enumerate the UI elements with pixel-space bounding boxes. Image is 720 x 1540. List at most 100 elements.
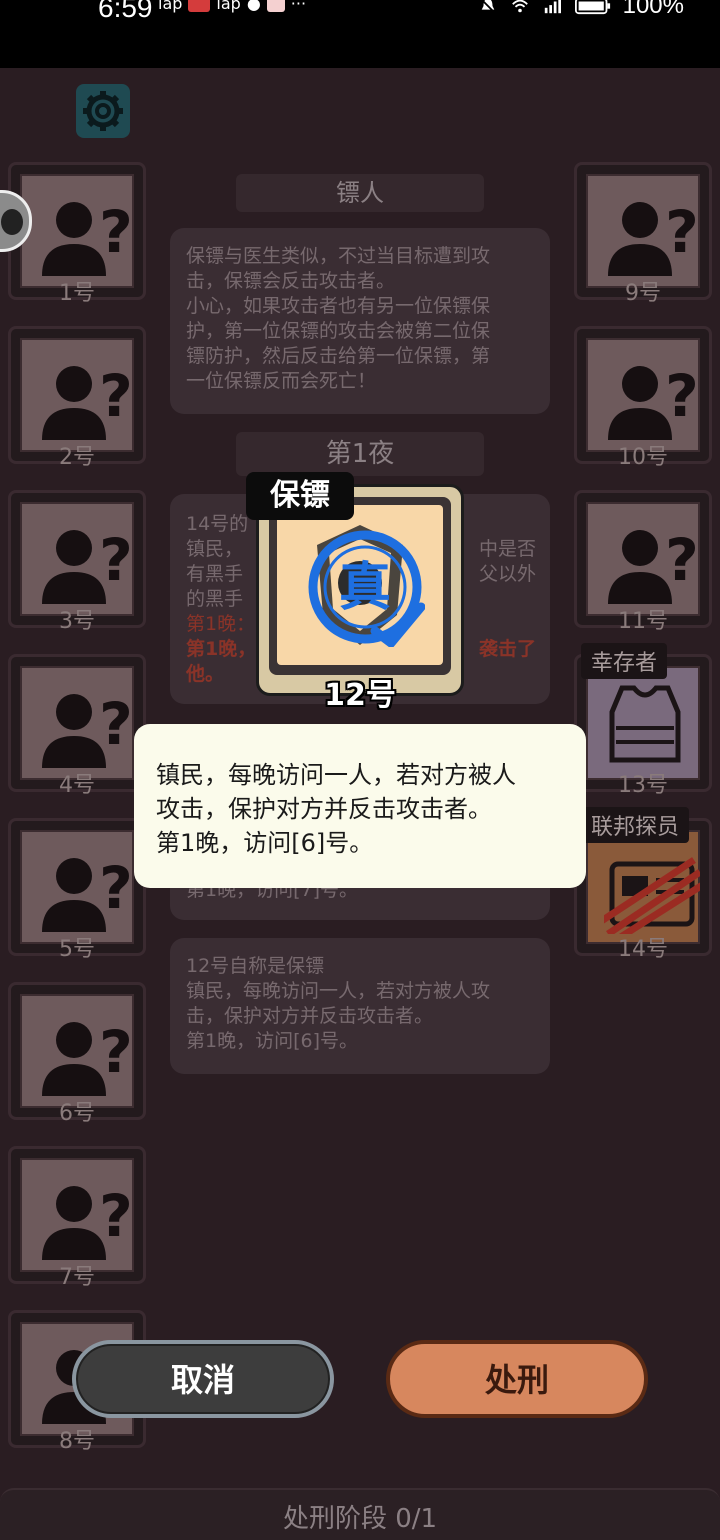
player-number: 11号 [618,609,668,634]
player-slot-right-5[interactable]: 14号 联邦探员 [574,807,712,962]
description-line: 击，保镖会反击攻击者。 [186,270,396,292]
report-attack-line: 第1晚， [186,638,257,660]
role-card-face: 真 [277,505,443,665]
report-line-3: 有黑手 [186,563,244,585]
system-icons: 100% [477,0,684,20]
svg-text:?: ? [99,362,133,430]
player-portrait: ? [20,502,134,616]
player-slot-right-4[interactable]: 13号 幸存者 [574,643,712,798]
svg-text:?: ? [665,526,699,594]
unknown-player-icon: ? [42,690,133,768]
player-number: 10号 [618,445,668,470]
player-portrait: ? [20,338,134,452]
execute-button[interactable]: 处刑 [386,1340,648,1418]
unknown-player-icon: ? [42,1182,133,1260]
player-portrait [586,830,700,944]
wifi-icon [511,0,528,13]
svg-text:?: ? [665,362,699,430]
huawei-app-icon [188,0,211,12]
player-slot-right-2[interactable]: ? 10号 [574,326,712,470]
box-app-icon [266,0,285,12]
claim-line: 第1晚，访问[6]号。 [186,1030,359,1052]
phase-label: 处刑阶段 0/1 [282,1504,438,1534]
role-card-frame: 真 [269,497,451,675]
player-slot-right-1[interactable]: ? 9号 [574,162,712,306]
mute-bell-icon [480,0,496,14]
role-name-tag: 保镖 [246,472,354,520]
player-number: 3号 [59,609,95,634]
verified-stamp-icon: 真 [308,530,425,647]
report-line-4: 的黑手 [186,588,244,610]
unknown-player-icon: ? [42,854,133,932]
player-slot-left-7[interactable]: ? 7号 [8,1146,146,1290]
player-slot-right-3[interactable]: ? 11号 [574,490,712,634]
tooltip-line-1: 镇民，每晚访问一人，若对方被人 [156,761,516,789]
description-line: 保镖与医生类似，不过当目标遭到攻 [186,245,491,267]
svg-text:?: ? [99,1182,133,1250]
phase-bar: 处刑阶段 0/1 [0,1488,720,1540]
gear-icon [83,91,123,131]
svg-text:?: ? [99,526,133,594]
report-attack-end: 他。 [186,663,225,685]
player-number: 13号 [618,773,668,798]
role-tag: 联邦探员 [581,807,690,843]
status-bar: 6:59 lap lap ● ··· 100% [0,0,720,68]
battery-percent: 100% [622,0,684,19]
tooltip-line-3: 第1晚，访问[6]号。 [156,829,374,857]
unknown-player-icon: ? [42,1018,133,1096]
report-attack-suffix: 袭击了 [478,638,536,660]
unknown-player-icon: ? [608,198,699,276]
description-line: 镖防护，然后反击给第一位保镖，第 [186,345,491,367]
description-line: 护，第一位保镖的攻击会被第二位保 [186,320,491,342]
player-portrait: ? [586,174,700,288]
unknown-player-icon: ? [42,362,133,440]
chat-bubble-icon [1,209,23,235]
player-slot-left-5[interactable]: ? 5号 [8,818,146,962]
report-visit: 第1晚： [186,613,256,635]
description-line: 小心，如果攻击者也有另一位保镖保 [186,295,491,317]
description-line: 一位保镖反而会死亡！ [186,370,377,392]
svg-text:?: ? [665,198,699,266]
notification-icons: lap lap ● ··· [158,0,306,13]
player-number: 4号 [59,773,95,798]
svg-text:?: ? [99,1018,133,1086]
cancel-button[interactable]: 取消 [72,1340,334,1418]
claim-line: 击，保护对方并反击攻击者。 [186,1005,434,1027]
clock: 6:59 [98,0,153,23]
battery-icon [574,0,610,15]
settings-button[interactable] [76,84,130,138]
role-icon [609,685,681,763]
player-number: 6号 [59,1101,95,1126]
player-portrait: ? [586,338,700,452]
unknown-player-icon: ? [608,526,699,604]
claim-card: 12号自称是保镖镇民，每晚访问一人，若对方被人攻 击，保护对方并反击攻击者。 第1晚… [170,938,550,1074]
signal-icon [544,0,561,14]
player-slot-left-6[interactable]: ? 6号 [8,982,146,1126]
unknown-player-icon: ? [42,198,133,276]
player-portrait: ? [20,1158,134,1272]
role-description-card: 保镖与医生类似，不过当目标遭到攻 击，保镖会反击攻击者。小心，如果攻击者也有另一位… [170,228,550,414]
player-slot-left-2[interactable]: ? 2号 [8,326,146,470]
lap-app-label: lap [158,0,183,13]
player-slot-left-4[interactable]: ? 4号 [8,654,146,798]
player-slot-left-3[interactable]: ? 3号 [8,490,146,634]
player-portrait: ? [20,174,134,288]
night-label: 第1夜 [236,432,484,476]
unknown-player-icon: ? [42,526,133,604]
unknown-player-icon: ? [608,362,699,440]
role-icon [604,857,700,934]
lap-app-label-2: lap [216,0,241,13]
report-line-1: 14号的 [186,513,249,535]
claim-line: 镇民，每晚访问一人，若对方被人攻 [186,980,491,1002]
svg-text:?: ? [99,854,133,922]
report-line-2: 镇民， [186,538,244,560]
role-tooltip: 镇民，每晚访问一人，若对方被人 攻击，保护对方并反击攻击者。 第1晚，访问[6]… [134,724,586,888]
role-info-title: 镖人 [236,174,484,212]
player-portrait: ? [20,666,134,780]
player-number: 7号 [59,1265,95,1290]
report-line-3b: 父以外 [478,563,536,585]
more-notifications: ··· [290,0,307,13]
claim-line: 12号自称是保镖 [186,955,325,977]
player-number: 8号 [59,1429,95,1454]
player-portrait: ? [20,830,134,944]
